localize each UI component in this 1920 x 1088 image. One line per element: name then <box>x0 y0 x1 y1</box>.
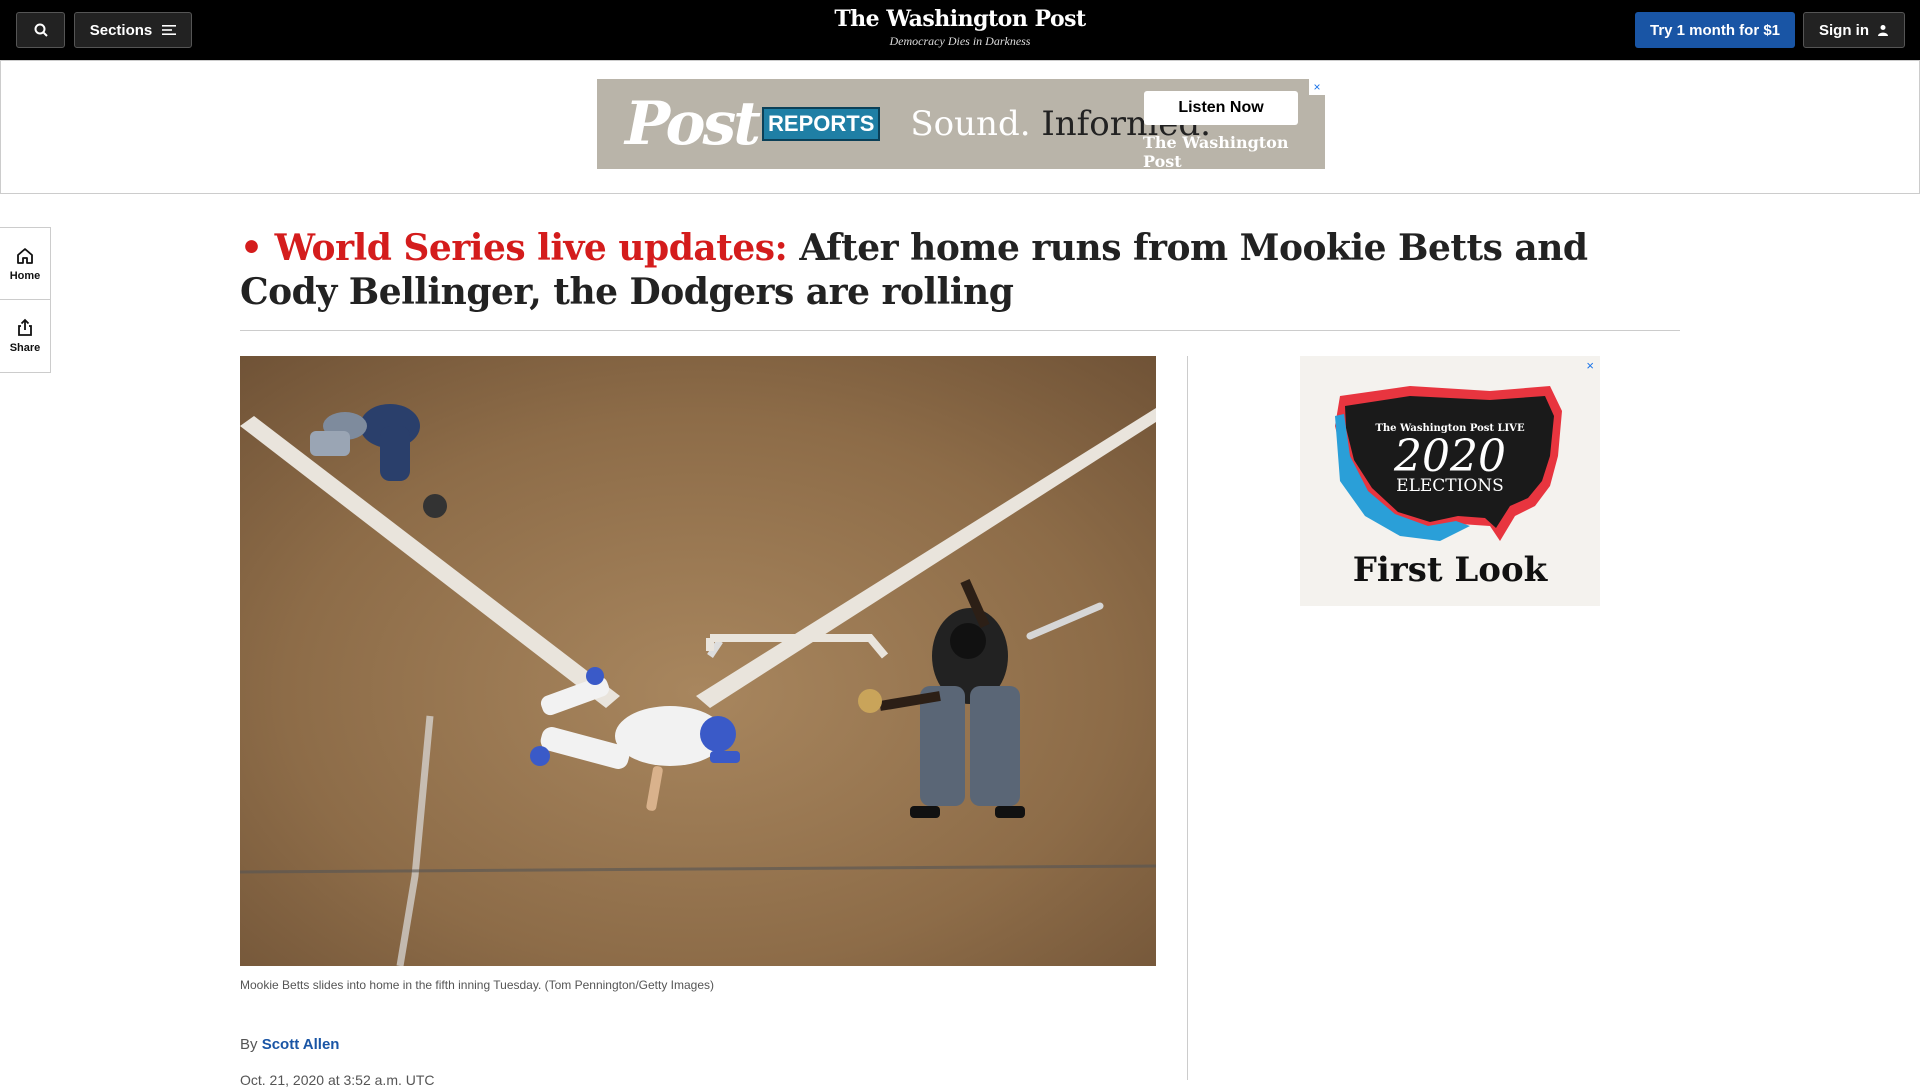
site-tagline: Democracy Dies in Darkness <box>889 34 1031 48</box>
rail-share-button[interactable]: Share <box>0 300 50 372</box>
home-icon <box>17 247 33 264</box>
listen-now-button[interactable]: Listen Now <box>1144 91 1298 125</box>
ad-brand: The Washington Post <box>1143 133 1289 171</box>
author-link[interactable]: Scott Allen <box>262 1036 340 1053</box>
publish-date: Oct. 21, 2020 at 3:52 a.m. UTC <box>240 1072 435 1088</box>
post-reports-ad[interactable]: Post REPORTS Sound. Informed. Listen Now… <box>597 79 1325 171</box>
search-button[interactable] <box>16 12 65 48</box>
byline-prefix: By <box>240 1036 258 1053</box>
ad-first-look: First Look <box>1352 550 1548 590</box>
ad-close-icon[interactable]: × <box>1586 358 1594 373</box>
byline: By Scott Allen <box>240 1036 339 1053</box>
user-icon <box>1878 25 1888 36</box>
lead-photo <box>240 356 1156 966</box>
sections-button[interactable]: Sections <box>74 12 192 48</box>
ad-elections: ELECTIONS <box>1396 476 1504 496</box>
live-bullet: • <box>240 227 263 269</box>
sign-in-label: Sign in <box>1819 21 1869 39</box>
lead-photo-illustration <box>240 356 1156 966</box>
ad-reports-badge: REPORTS <box>762 107 881 141</box>
rail-home-label: Home <box>9 269 41 282</box>
sign-in-button[interactable]: Sign in <box>1803 12 1905 48</box>
site-logo[interactable]: The Washington Post <box>760 6 1160 32</box>
live-updates-label[interactable]: World Series live updates: <box>275 227 788 269</box>
menu-icon <box>162 25 177 35</box>
subscribe-button[interactable]: Try 1 month for $1 <box>1635 12 1795 48</box>
rail-share-label: Share <box>9 342 41 354</box>
ad-close-icon[interactable]: × <box>1309 79 1325 95</box>
share-icon <box>18 318 32 336</box>
article-headline: • World Series live updates: After home … <box>240 226 1680 314</box>
masthead[interactable]: The Washington Post Democracy Dies in Da… <box>760 6 1160 49</box>
ad-slogan-sound: Sound. <box>910 104 1031 144</box>
ad-cta-group: Listen Now The Washington Post <box>1143 91 1299 171</box>
headline-divider <box>240 330 1680 331</box>
top-nav-bar: Sections The Washington Post Democracy D… <box>0 0 1920 60</box>
side-rail: Home Share <box>0 227 51 373</box>
ad-year: 2020 <box>1393 431 1506 482</box>
column-divider <box>1187 356 1188 1080</box>
photo-caption: Mookie Betts slides into home in the fif… <box>240 978 715 992</box>
sections-label: Sections <box>89 21 153 39</box>
search-icon <box>34 23 48 37</box>
rail-home-button[interactable]: Home <box>0 228 50 300</box>
ad-post-wordmark: Post <box>625 89 761 159</box>
top-ad-container: Post REPORTS Sound. Informed. Listen Now… <box>0 60 1920 194</box>
elections-ad[interactable]: The Washington Post LIVE 2020 ELECTIONS … <box>1300 356 1600 606</box>
